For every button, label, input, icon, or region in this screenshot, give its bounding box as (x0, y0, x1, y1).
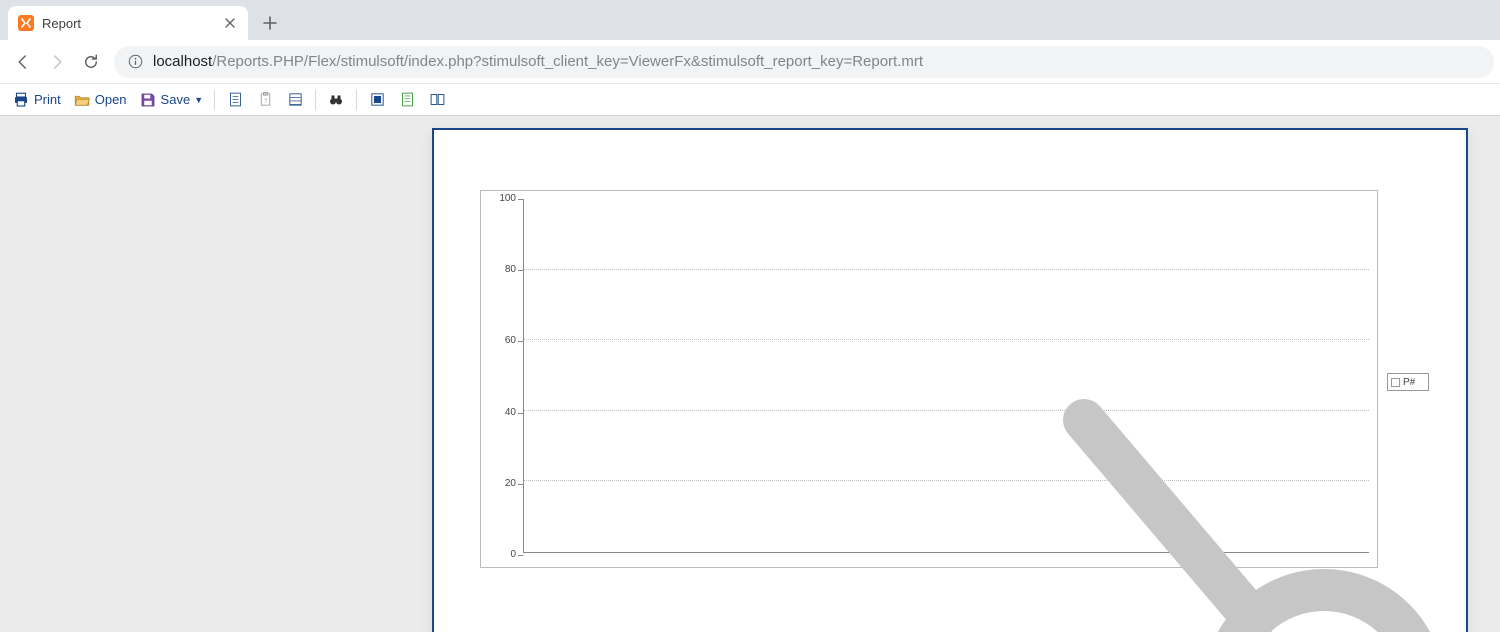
gridline (524, 339, 1369, 340)
report-viewport[interactable]: 0 20 40 60 80 100 P# (0, 116, 1500, 632)
gridline (524, 269, 1369, 270)
browser-toolbar: localhost/Reports.PHP/Flex/stimulsoft/in… (0, 40, 1500, 84)
new-tab-button[interactable] (256, 9, 284, 37)
browser-tab-active[interactable]: Report (8, 6, 248, 40)
clipboard-icon: ? (256, 91, 274, 109)
toolbar-separator (315, 90, 316, 110)
caret-down-icon: ▼ (194, 95, 203, 105)
binoculars-icon (327, 91, 345, 109)
continuous-page-button[interactable] (392, 87, 422, 113)
single-page-button[interactable] (362, 87, 392, 113)
back-button[interactable] (6, 45, 40, 79)
parameters-button[interactable]: ? (250, 87, 280, 113)
url-host: localhost/Reports.PHP/Flex/stimulsoft/in… (153, 53, 923, 70)
ytick-mark (518, 555, 523, 556)
multi-page-icon (428, 91, 446, 109)
report-page: 0 20 40 60 80 100 P# (432, 128, 1468, 632)
ytick-mark (518, 270, 523, 271)
ytick-mark (518, 199, 523, 200)
thumbnails-button[interactable] (280, 87, 310, 113)
address-bar[interactable]: localhost/Reports.PHP/Flex/stimulsoft/in… (114, 46, 1494, 78)
toolbar-separator (356, 90, 357, 110)
find-button[interactable] (321, 87, 351, 113)
xampp-favicon-icon (18, 15, 34, 31)
ytick-mark (518, 341, 523, 342)
toolbar-separator (214, 90, 215, 110)
continuous-page-icon (398, 91, 416, 109)
ytick-mark (518, 484, 523, 485)
reload-button[interactable] (74, 45, 108, 79)
print-button[interactable]: Print (6, 87, 67, 113)
page-setup-button[interactable] (220, 87, 250, 113)
ytick-label: 20 (505, 479, 516, 489)
tab-title: Report (42, 16, 222, 31)
ytick-label: 60 (505, 336, 516, 346)
single-page-icon (368, 91, 386, 109)
ytick-label: 100 (499, 194, 516, 204)
multiple-pages-button[interactable] (422, 87, 452, 113)
tab-close-icon[interactable] (222, 15, 238, 31)
save-button[interactable]: Save ▼ (133, 87, 210, 113)
browser-tabstrip: Report (0, 0, 1500, 40)
save-disk-icon (139, 91, 157, 109)
svg-text:?: ? (264, 98, 267, 104)
site-info-icon[interactable] (128, 54, 143, 69)
ytick-label: 40 (505, 408, 516, 418)
ytick-label: 0 (510, 550, 516, 560)
open-button[interactable]: Open (67, 87, 133, 113)
ytick-label: 80 (505, 265, 516, 275)
open-folder-icon (73, 91, 91, 109)
forward-button[interactable] (40, 45, 74, 79)
print-icon (12, 91, 30, 109)
page-icon (226, 91, 244, 109)
ytick-mark (518, 413, 523, 414)
report-toolbar: Print Open Save ▼ ? (0, 84, 1500, 116)
panel-grid-icon (286, 91, 304, 109)
